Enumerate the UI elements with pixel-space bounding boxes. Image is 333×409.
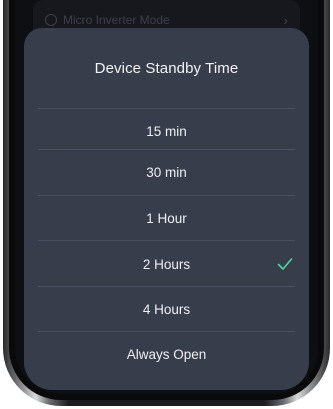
option-label: 2 Hours	[142, 257, 191, 272]
option-label: 1 Hour	[146, 211, 187, 226]
option-label: 30 min	[146, 165, 187, 180]
option-always-open[interactable]: Always Open	[24, 332, 309, 377]
option-4-hours[interactable]: 4 Hours	[24, 287, 309, 332]
standby-time-sheet: Device Standby Time 15 min 30 min 1 Hour…	[24, 28, 309, 390]
option-label: 15 min	[146, 124, 187, 139]
phone-screenshot: Micro Inverter Mode › Device Standby Tim…	[0, 0, 333, 409]
option-2-hours[interactable]: 2 Hours	[24, 242, 309, 287]
option-15-min[interactable]: 15 min	[24, 109, 309, 154]
option-30-min[interactable]: 30 min	[24, 150, 309, 195]
option-1-hour[interactable]: 1 Hour	[24, 196, 309, 241]
divider	[38, 240, 295, 241]
checkmark-icon	[277, 258, 293, 270]
option-label: 4 Hours	[142, 302, 191, 317]
sheet-title: Device Standby Time	[94, 59, 239, 77]
option-label: Always Open	[126, 347, 207, 362]
